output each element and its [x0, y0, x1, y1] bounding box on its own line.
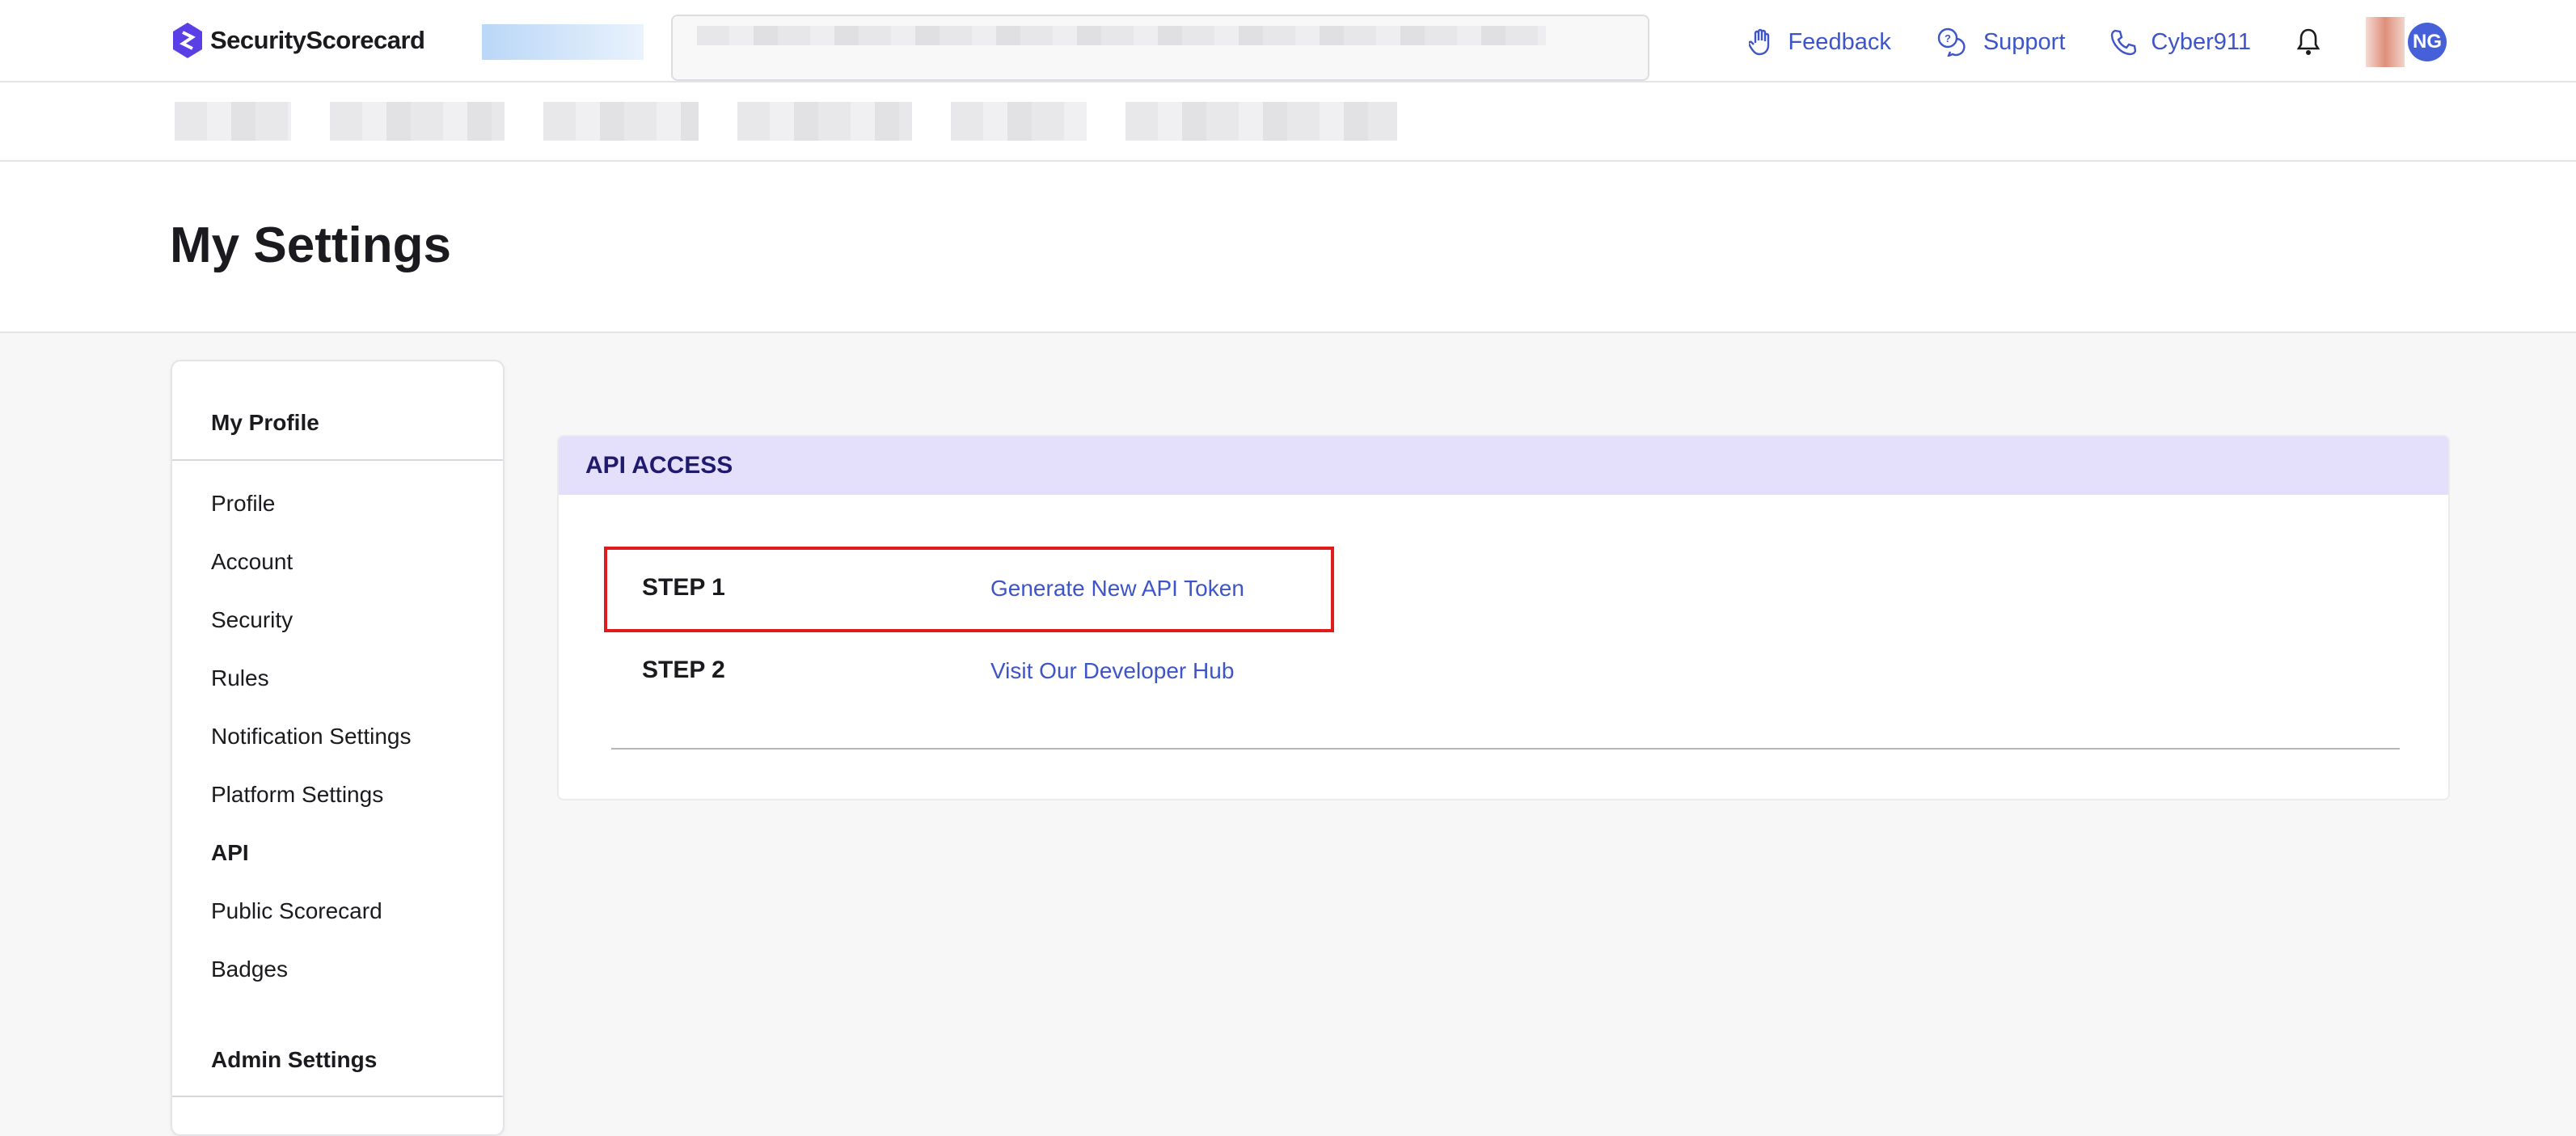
redacted-org-selector	[482, 24, 644, 60]
page-header: My Settings	[0, 162, 2576, 333]
redacted-nav-item[interactable]	[1125, 102, 1397, 141]
support-label: Support	[1983, 28, 2066, 55]
support-link[interactable]: ? Support	[1936, 27, 2066, 57]
top-bar: SecurityScorecard Feedback ? Support Cyb…	[0, 0, 2576, 82]
settings-sidebar: My Profile Profile Account Security Rule…	[171, 360, 505, 1136]
sidebar-item-rules[interactable]: Rules	[211, 665, 269, 691]
sub-navigation	[0, 82, 2576, 162]
section-my-profile: My Profile	[211, 410, 319, 435]
sidebar-item-security[interactable]: Security	[211, 607, 293, 633]
brand-name: SecurityScorecard	[210, 26, 425, 54]
hand-icon	[1749, 28, 1770, 56]
avatar-initials: NG	[2413, 31, 2442, 53]
bell-icon[interactable]	[2296, 27, 2321, 57]
redacted-nav-item[interactable]	[330, 102, 505, 141]
sidebar-item-platform-settings[interactable]: Platform Settings	[211, 782, 383, 808]
cyber911-label: Cyber911	[2151, 28, 2251, 55]
section-admin-settings: Admin Settings	[211, 1047, 378, 1072]
feedback-label: Feedback	[1788, 28, 1891, 55]
divider	[172, 459, 503, 461]
sidebar-item-badges[interactable]: Badges	[211, 957, 288, 982]
header-links: Feedback ? Support Cyber911 NG	[1749, 17, 2447, 67]
generate-api-token-link[interactable]: Generate New API Token	[990, 576, 1244, 602]
redacted-text	[697, 26, 1546, 45]
redacted-nav-item[interactable]	[175, 102, 291, 141]
panel-header: API ACCESS	[559, 437, 2448, 495]
sidebar-item-api[interactable]: API	[211, 840, 249, 866]
developer-hub-link[interactable]: Visit Our Developer Hub	[990, 658, 1234, 684]
sidebar-item-notification-settings[interactable]: Notification Settings	[211, 724, 411, 750]
brand-logo[interactable]: SecurityScorecard	[171, 21, 425, 60]
page-title: My Settings	[170, 217, 451, 273]
logo-icon	[173, 23, 202, 58]
redacted-nav-item[interactable]	[737, 102, 912, 141]
redacted-nav-item[interactable]	[951, 102, 1087, 141]
svg-text:?: ?	[1945, 32, 1951, 44]
feedback-link[interactable]: Feedback	[1749, 28, 1891, 56]
step-2-label: STEP 2	[642, 657, 725, 683]
sidebar-item-public-scorecard[interactable]: Public Scorecard	[211, 898, 382, 924]
step-1-label: STEP 1	[642, 574, 725, 601]
avatar[interactable]: NG	[2408, 23, 2447, 61]
redacted-search[interactable]	[671, 15, 1649, 81]
cyber911-link[interactable]: Cyber911	[2110, 28, 2251, 56]
redacted-nav-item[interactable]	[543, 102, 699, 141]
api-access-panel: API ACCESS STEP 1 Generate New API Token…	[557, 435, 2450, 800]
phone-icon	[2111, 29, 2137, 56]
divider	[172, 1096, 503, 1097]
redacted-badge	[2366, 17, 2405, 67]
sidebar-item-account[interactable]: Account	[211, 549, 293, 575]
divider	[611, 748, 2400, 750]
chat-question-icon: ?	[1937, 27, 1966, 57]
sidebar-item-profile[interactable]: Profile	[211, 491, 275, 517]
